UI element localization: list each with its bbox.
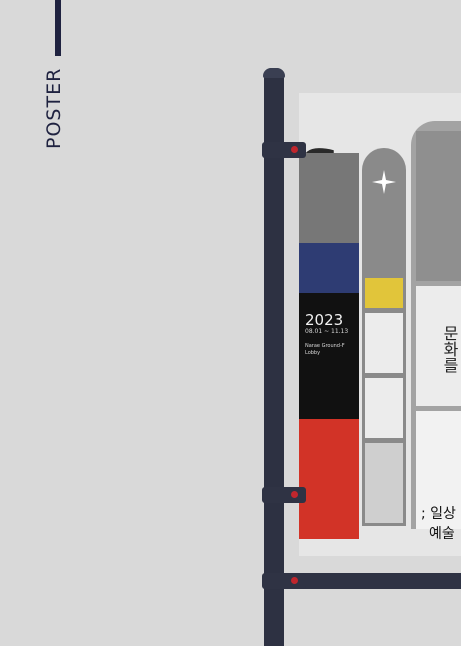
collage-strip-blue bbox=[299, 243, 359, 293]
grid-cell bbox=[365, 313, 403, 373]
collage-strip-torn bbox=[299, 153, 359, 243]
poster-banner: S C 2023 08.01 ~ 11.13 Narae Ground-F Lo… bbox=[299, 93, 461, 556]
headline-korean: 문화를 bbox=[440, 325, 459, 373]
yellow-block bbox=[365, 278, 403, 308]
pole-cap bbox=[263, 68, 285, 78]
bottom-rail bbox=[284, 573, 461, 589]
pole-clamp-bottom bbox=[262, 573, 306, 589]
clamp-dot bbox=[291, 146, 298, 153]
pole-clamp-middle bbox=[262, 487, 306, 503]
collage-strip-middle bbox=[362, 148, 406, 526]
pole-clamp-top bbox=[262, 142, 306, 158]
sparkle-icon bbox=[372, 170, 396, 194]
subtitle-korean-2: 예술 bbox=[429, 526, 455, 542]
accent-line bbox=[55, 0, 61, 56]
event-year: 2023 bbox=[305, 311, 344, 329]
grid-cell bbox=[416, 131, 461, 281]
clamp-dot bbox=[291, 491, 298, 498]
grid-cell bbox=[365, 443, 403, 523]
event-venue: Narae Ground-F Lobby bbox=[305, 343, 345, 356]
collage-strip-red bbox=[299, 419, 359, 539]
poster-label: POSTER bbox=[43, 67, 65, 149]
subtitle-korean-1: ; 일상 bbox=[421, 506, 456, 522]
grid-cell bbox=[365, 378, 403, 438]
event-dates: 08.01 ~ 11.13 bbox=[305, 328, 349, 335]
clamp-dot bbox=[291, 577, 298, 584]
